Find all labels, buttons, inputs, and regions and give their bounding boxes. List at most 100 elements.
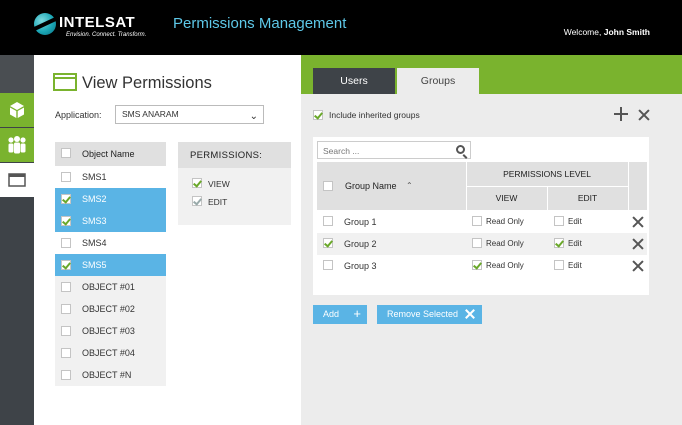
object-name: SMS4 [82, 238, 107, 248]
object-table: Object Name SMS1 SMS2 SMS3 SMS4 SMS5 OBJ… [55, 142, 166, 386]
permission-view[interactable]: VIEW [178, 174, 291, 192]
chevron-down-icon: ⌄ [249, 111, 258, 122]
object-name: SMS1 [82, 172, 107, 182]
group-row[interactable]: Group 2 Read Only Edit [317, 233, 647, 255]
remove-row-icon[interactable] [632, 238, 644, 250]
group-row[interactable]: Group 1 Read Only Edit [317, 211, 647, 233]
close-icon[interactable] [638, 109, 650, 121]
object-name: OBJECT #N [82, 370, 132, 380]
remove-row-icon[interactable] [632, 216, 644, 228]
column-divider [628, 162, 629, 210]
groups-grid-header: Group Name ⌃ PERMISSIONS LEVEL VIEW EDIT [317, 162, 647, 210]
group-select-checkbox[interactable] [323, 260, 333, 270]
welcome-prefix: Welcome, [563, 27, 602, 37]
object-name: OBJECT #01 [82, 282, 135, 292]
rail-users-button[interactable] [0, 128, 34, 162]
object-name: OBJECT #04 [82, 348, 135, 358]
side-rail [0, 55, 34, 425]
object-row[interactable]: OBJECT #N [55, 364, 166, 386]
object-row[interactable]: OBJECT #03 [55, 320, 166, 342]
object-row[interactable]: SMS4 [55, 232, 166, 254]
object-row[interactable]: SMS5 [55, 254, 166, 276]
globe-icon [34, 13, 56, 35]
group-select-checkbox[interactable] [323, 238, 333, 248]
edit-checkbox[interactable] [554, 216, 564, 226]
object-checkbox[interactable] [61, 348, 71, 358]
object-checkbox[interactable] [61, 238, 71, 248]
edit-checkbox[interactable] [554, 238, 564, 248]
object-name: SMS3 [82, 216, 107, 226]
object-name: OBJECT #02 [82, 304, 135, 314]
add-button[interactable]: Add + [313, 305, 367, 324]
include-inherited-label: Include inherited groups [329, 110, 420, 120]
select-all-groups-checkbox[interactable] [323, 181, 333, 191]
window-icon [8, 173, 26, 187]
object-checkbox[interactable] [61, 326, 71, 336]
edit-label: Edit [568, 261, 582, 270]
view-read-only-checkbox[interactable] [472, 260, 482, 270]
object-checkbox[interactable] [61, 216, 71, 226]
tab-bar: Users Groups [301, 55, 682, 94]
group-name-column[interactable]: Group Name [345, 181, 397, 191]
groups-grid: Search ... Group Name ⌃ PERMISSIONS LEVE… [313, 137, 649, 295]
assignments-panel: Users Groups Include inherited groups Se… [301, 55, 682, 425]
object-name: SMS5 [82, 260, 107, 270]
edit-column: EDIT [577, 193, 598, 203]
remove-row-icon[interactable] [632, 260, 644, 272]
group-row[interactable]: Group 3 Read Only Edit [317, 255, 647, 277]
close-icon [465, 309, 475, 319]
remove-selected-label: Remove Selected [387, 309, 459, 319]
object-row[interactable]: SMS2 [55, 188, 166, 210]
view-permissions-panel: View Permissions Application: SMS ANARAM… [34, 55, 301, 425]
object-checkbox[interactable] [61, 370, 71, 380]
view-read-only-label: Read Only [486, 217, 524, 226]
view-read-only-label: Read Only [486, 261, 524, 270]
plus-icon: + [353, 306, 361, 321]
search-placeholder: Search ... [323, 146, 360, 156]
header-divider [466, 186, 628, 187]
tab-groups[interactable]: Groups [397, 68, 479, 94]
include-inherited-checkbox[interactable] [313, 110, 323, 120]
permission-view-checkbox[interactable] [192, 178, 202, 188]
object-row[interactable]: OBJECT #01 [55, 276, 166, 298]
object-checkbox[interactable] [61, 172, 71, 182]
remove-selected-button[interactable]: Remove Selected [377, 305, 482, 324]
add-group-plus-icon[interactable] [614, 107, 628, 121]
rail-view-permissions-button[interactable] [0, 163, 34, 197]
group-name: Group 2 [344, 239, 377, 249]
object-checkbox[interactable] [61, 260, 71, 270]
select-all-objects-checkbox[interactable] [61, 148, 71, 158]
cube-icon [10, 102, 24, 118]
group-select-checkbox[interactable] [323, 216, 333, 226]
object-row[interactable]: SMS1 [55, 166, 166, 188]
object-row[interactable]: SMS3 [55, 210, 166, 232]
user-name[interactable]: John Smith [604, 27, 650, 37]
add-button-label: Add [323, 309, 340, 319]
permission-view-label: VIEW [208, 179, 230, 189]
intelsat-logo[interactable]: INTELSAT Envision. Connect. Transform. [34, 12, 154, 42]
search-input[interactable]: Search ... [317, 141, 471, 159]
application-select[interactable]: SMS ANARAM ⌄ [115, 105, 264, 124]
tab-users[interactable]: Users [313, 68, 395, 94]
panel-title: View Permissions [82, 74, 212, 92]
object-row[interactable]: OBJECT #04 [55, 342, 166, 364]
object-name: OBJECT #03 [82, 326, 135, 336]
view-column: VIEW [495, 193, 518, 203]
permission-edit[interactable]: EDIT [178, 192, 291, 210]
object-checkbox[interactable] [61, 194, 71, 204]
edit-checkbox[interactable] [554, 260, 564, 270]
view-read-only-label: Read Only [486, 239, 524, 248]
permission-edit-checkbox[interactable] [192, 196, 202, 206]
object-checkbox[interactable] [61, 304, 71, 314]
sort-ascending-icon[interactable]: ⌃ [406, 181, 413, 190]
view-read-only-checkbox[interactable] [472, 238, 482, 248]
view-read-only-checkbox[interactable] [472, 216, 482, 226]
object-table-header: Object Name [55, 142, 166, 166]
object-checkbox[interactable] [61, 282, 71, 292]
object-name-column: Object Name [82, 149, 135, 159]
rail-objects-button[interactable] [0, 93, 34, 127]
search-icon[interactable] [456, 145, 465, 154]
welcome-message: Welcome, John Smith [564, 27, 650, 37]
group-name: Group 1 [344, 217, 377, 227]
object-row[interactable]: OBJECT #02 [55, 298, 166, 320]
